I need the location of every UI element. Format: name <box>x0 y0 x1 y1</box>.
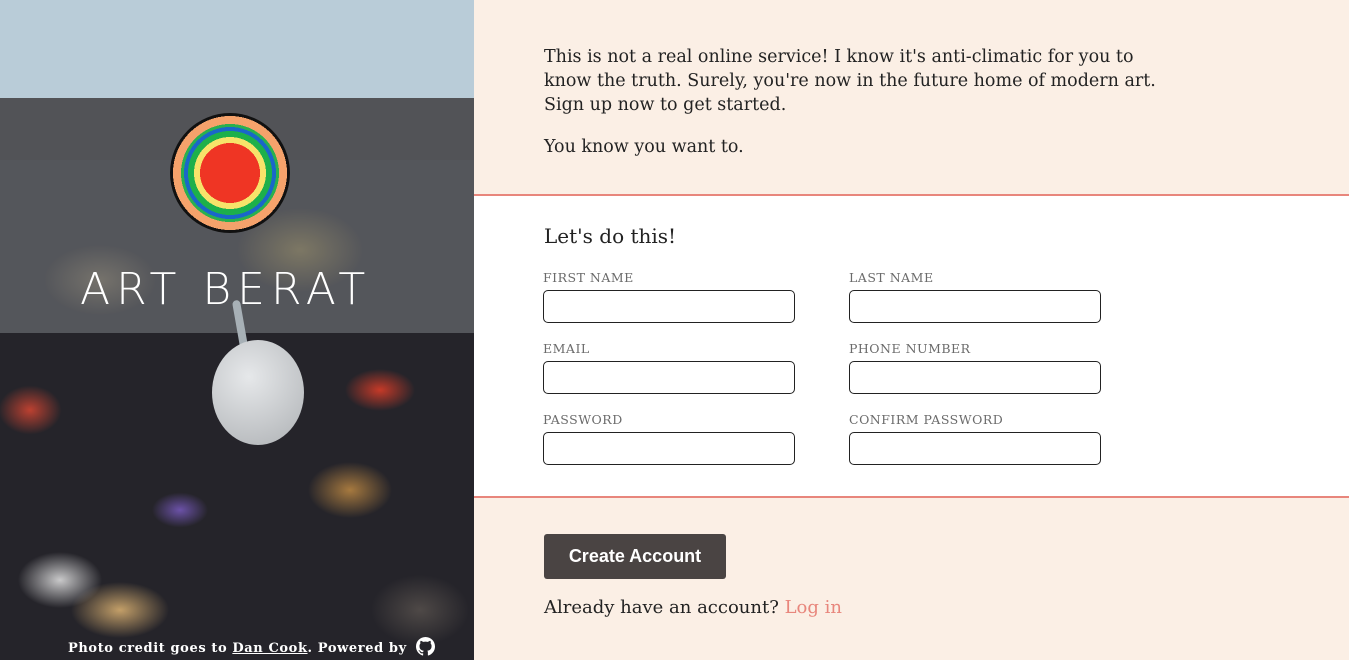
intro-paragraph-1: This is not a real online service! I kno… <box>544 47 1156 115</box>
credit-author-link[interactable]: Dan Cook <box>232 641 307 656</box>
password-label: Password <box>543 412 623 427</box>
confirm-password-group: Confirm Password <box>849 412 1101 465</box>
login-link[interactable]: Log in <box>785 597 842 618</box>
password-input[interactable] <box>543 432 795 465</box>
email-input[interactable] <box>543 361 795 394</box>
email-label: Email <box>543 341 590 356</box>
last-name-input[interactable] <box>849 290 1101 323</box>
confirm-password-input[interactable] <box>849 432 1101 465</box>
credit-middle: . Powered by <box>307 641 412 656</box>
phone-group: Phone Number <box>849 341 1101 394</box>
login-prompt: Already have an account? Log in <box>544 597 842 618</box>
last-name-label: Last Name <box>849 270 934 285</box>
confirm-password-label: Confirm Password <box>849 412 1004 427</box>
last-name-group: Last Name <box>849 270 1101 323</box>
first-name-input[interactable] <box>543 290 795 323</box>
password-group: Password <box>543 412 795 465</box>
concentric-rings-logo-icon <box>170 113 290 233</box>
palette-egg <box>212 340 304 445</box>
email-group: Email <box>543 341 795 394</box>
create-account-button[interactable]: Create Account <box>544 534 726 579</box>
first-name-label: First Name <box>543 270 634 285</box>
hero-panel: ART BERAT Photo credit goes to Dan Cook.… <box>0 0 474 660</box>
hero-sky <box>0 0 474 98</box>
first-name-group: First Name <box>543 270 795 323</box>
credit-prefix: Photo credit goes to <box>68 641 233 656</box>
login-prompt-text: Already have an account? <box>544 597 785 618</box>
intro-paragraph-2: You know you want to. <box>544 137 744 157</box>
signup-form: Let's do this! First Name Last Name Emai… <box>474 194 1349 498</box>
phone-label: Phone Number <box>849 341 971 356</box>
intro-text: This is not a real online service! I kno… <box>544 45 1244 177</box>
form-heading: Let's do this! <box>544 224 677 248</box>
photo-credit: Photo credit goes to Dan Cook. Powered b… <box>68 637 435 660</box>
brand-name: ART BERAT <box>80 264 372 315</box>
phone-input[interactable] <box>849 361 1101 394</box>
github-icon[interactable] <box>415 637 435 660</box>
